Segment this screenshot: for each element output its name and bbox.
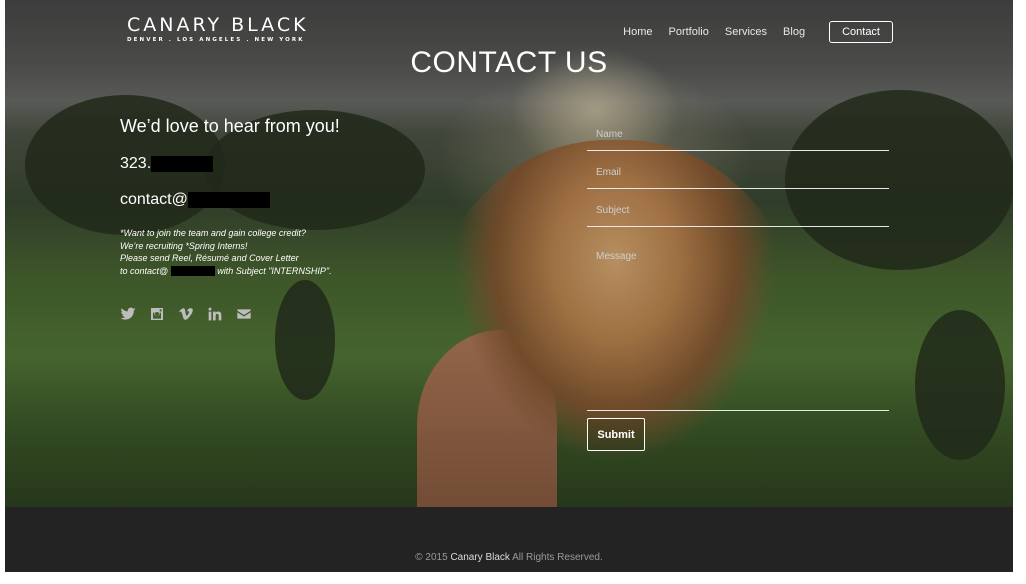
copyright-prefix: © 2015: [415, 552, 448, 563]
nav-home[interactable]: Home: [623, 26, 652, 38]
phone-prefix: 323.: [120, 155, 152, 172]
name-input[interactable]: [587, 118, 889, 150]
note-line: We’re recruiting *Spring Interns!: [120, 240, 248, 251]
note-line: *Want to join the team and gain college …: [120, 228, 306, 238]
nav-services[interactable]: Services: [725, 26, 767, 38]
subject-input[interactable]: [587, 194, 889, 226]
message-field-wrap: [587, 243, 889, 411]
footer: © 2015 Canary Black All Rights Reserved.: [5, 507, 1013, 572]
copyright-suffix: All Rights Reserved.: [512, 552, 603, 563]
note-subject: with Subject "INTERNSHIP".: [217, 265, 332, 276]
note-email-prefix: to contact@: [120, 265, 169, 276]
redacted-block: [170, 266, 215, 277]
nav-contact-button[interactable]: Contact: [829, 21, 893, 43]
note-line: Please send Reel, Résumé and Cover Lette…: [120, 253, 299, 263]
mail-icon[interactable]: [236, 306, 252, 322]
logo-wordmark: CANARY BLACK: [127, 14, 309, 36]
logo-tagline: DENVER . LOS ANGELES . NEW YORK: [127, 37, 305, 43]
logo[interactable]: CANARY BLACK DENVER . LOS ANGELES . NEW …: [127, 14, 309, 43]
submit-button[interactable]: Submit: [587, 418, 645, 451]
page: CANARY BLACK DENVER . LOS ANGELES . NEW …: [5, 0, 1013, 572]
contact-lead: We’d love to hear from you!: [120, 116, 340, 136]
email-input[interactable]: [587, 156, 889, 188]
instagram-icon[interactable]: [149, 306, 165, 322]
nav-blog[interactable]: Blog: [783, 26, 805, 38]
redacted-block: [151, 156, 214, 172]
social-links: [120, 306, 252, 322]
note-line: to contact@ with Subject "INTERNSHIP".: [120, 265, 420, 278]
nav-portfolio[interactable]: Portfolio: [669, 26, 709, 38]
email-address: contact@: [120, 191, 420, 209]
email-field-wrap: [587, 156, 889, 189]
message-textarea[interactable]: [587, 243, 889, 410]
internship-note: *Want to join the team and gain college …: [120, 227, 420, 277]
footer-brand-link[interactable]: Canary Black: [450, 552, 509, 563]
phone-number: 323.: [120, 155, 420, 173]
page-title: CONTACT US: [410, 46, 608, 79]
contact-info: We’d love to hear from you! 323. contact…: [120, 116, 420, 277]
contact-form: Submit: [587, 118, 889, 451]
name-field-wrap: [587, 118, 889, 151]
email-prefix: contact@: [120, 191, 188, 208]
redacted-block: [187, 192, 270, 208]
copyright: © 2015 Canary Black All Rights Reserved.: [5, 552, 1013, 563]
vimeo-icon[interactable]: [178, 306, 194, 322]
main-nav: Home Portfolio Services Blog Contact: [607, 21, 893, 43]
twitter-icon[interactable]: [120, 306, 136, 322]
linkedin-icon[interactable]: [207, 306, 223, 322]
subject-field-wrap: [587, 194, 889, 227]
